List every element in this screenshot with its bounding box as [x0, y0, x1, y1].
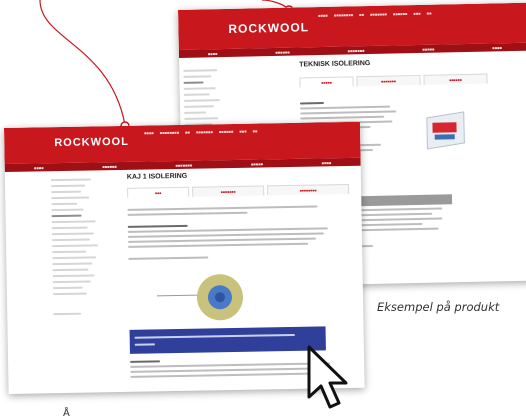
front-header: ROCKWOOL ■■■■ ■■■■■■■■ ■■ ■■■■■■■ ■■■■■■ ■■■ ■…	[4, 121, 361, 164]
pipe-diagram	[156, 273, 258, 322]
front-sidebar	[50, 174, 114, 319]
back-top-nav: ■■■■ ■■■■■■■■ ■■ ■■■■■■■ ■■■■■■ ■■■ ■■	[318, 10, 432, 19]
product-package-image	[422, 106, 467, 153]
front-tab-1: ■■■	[127, 186, 190, 198]
front-page-title: KAJ 1 ISOLERING	[126, 172, 188, 181]
back-tab-1: ■■■■■	[299, 76, 354, 88]
back-page-title: TEKNISK ISOLERING	[299, 59, 371, 69]
caption: Eksempel på produkt	[377, 300, 500, 314]
front-logo: ROCKWOOL	[54, 135, 129, 150]
bottom-text-fragment: Å	[63, 408, 70, 419]
front-tab-2: ■■■■■■■	[192, 185, 265, 197]
illustration: ROCKWOOL ■■■■ ■■■■■■■■ ■■ ■■■■■■■ ■■■■■■ ■■■ ■…	[0, 0, 526, 419]
front-tabs: ■■■ ■■■■■■■ ■■■■■■■■	[127, 183, 350, 198]
back-header: ROCKWOOL ■■■■ ■■■■■■■■ ■■ ■■■■■■■ ■■■■■■ ■■■ ■…	[178, 2, 526, 50]
back-logo: ROCKWOOL	[228, 20, 310, 36]
front-tab-3: ■■■■■■■■	[267, 183, 350, 196]
mouse-pointer-icon	[307, 345, 348, 409]
front-body-text	[127, 202, 338, 263]
back-tabs: ■■■■■ ■■■■■■■ ■■■■■■	[299, 73, 488, 88]
connector-front	[39, 0, 126, 126]
back-tab-3: ■■■■■■	[423, 73, 488, 85]
front-top-nav: ■■■■ ■■■■■■■■ ■■ ■■■■■■■ ■■■■■■ ■■■ ■■	[144, 128, 258, 136]
highlight-box	[129, 326, 326, 354]
back-tab-2: ■■■■■■■	[356, 74, 421, 87]
